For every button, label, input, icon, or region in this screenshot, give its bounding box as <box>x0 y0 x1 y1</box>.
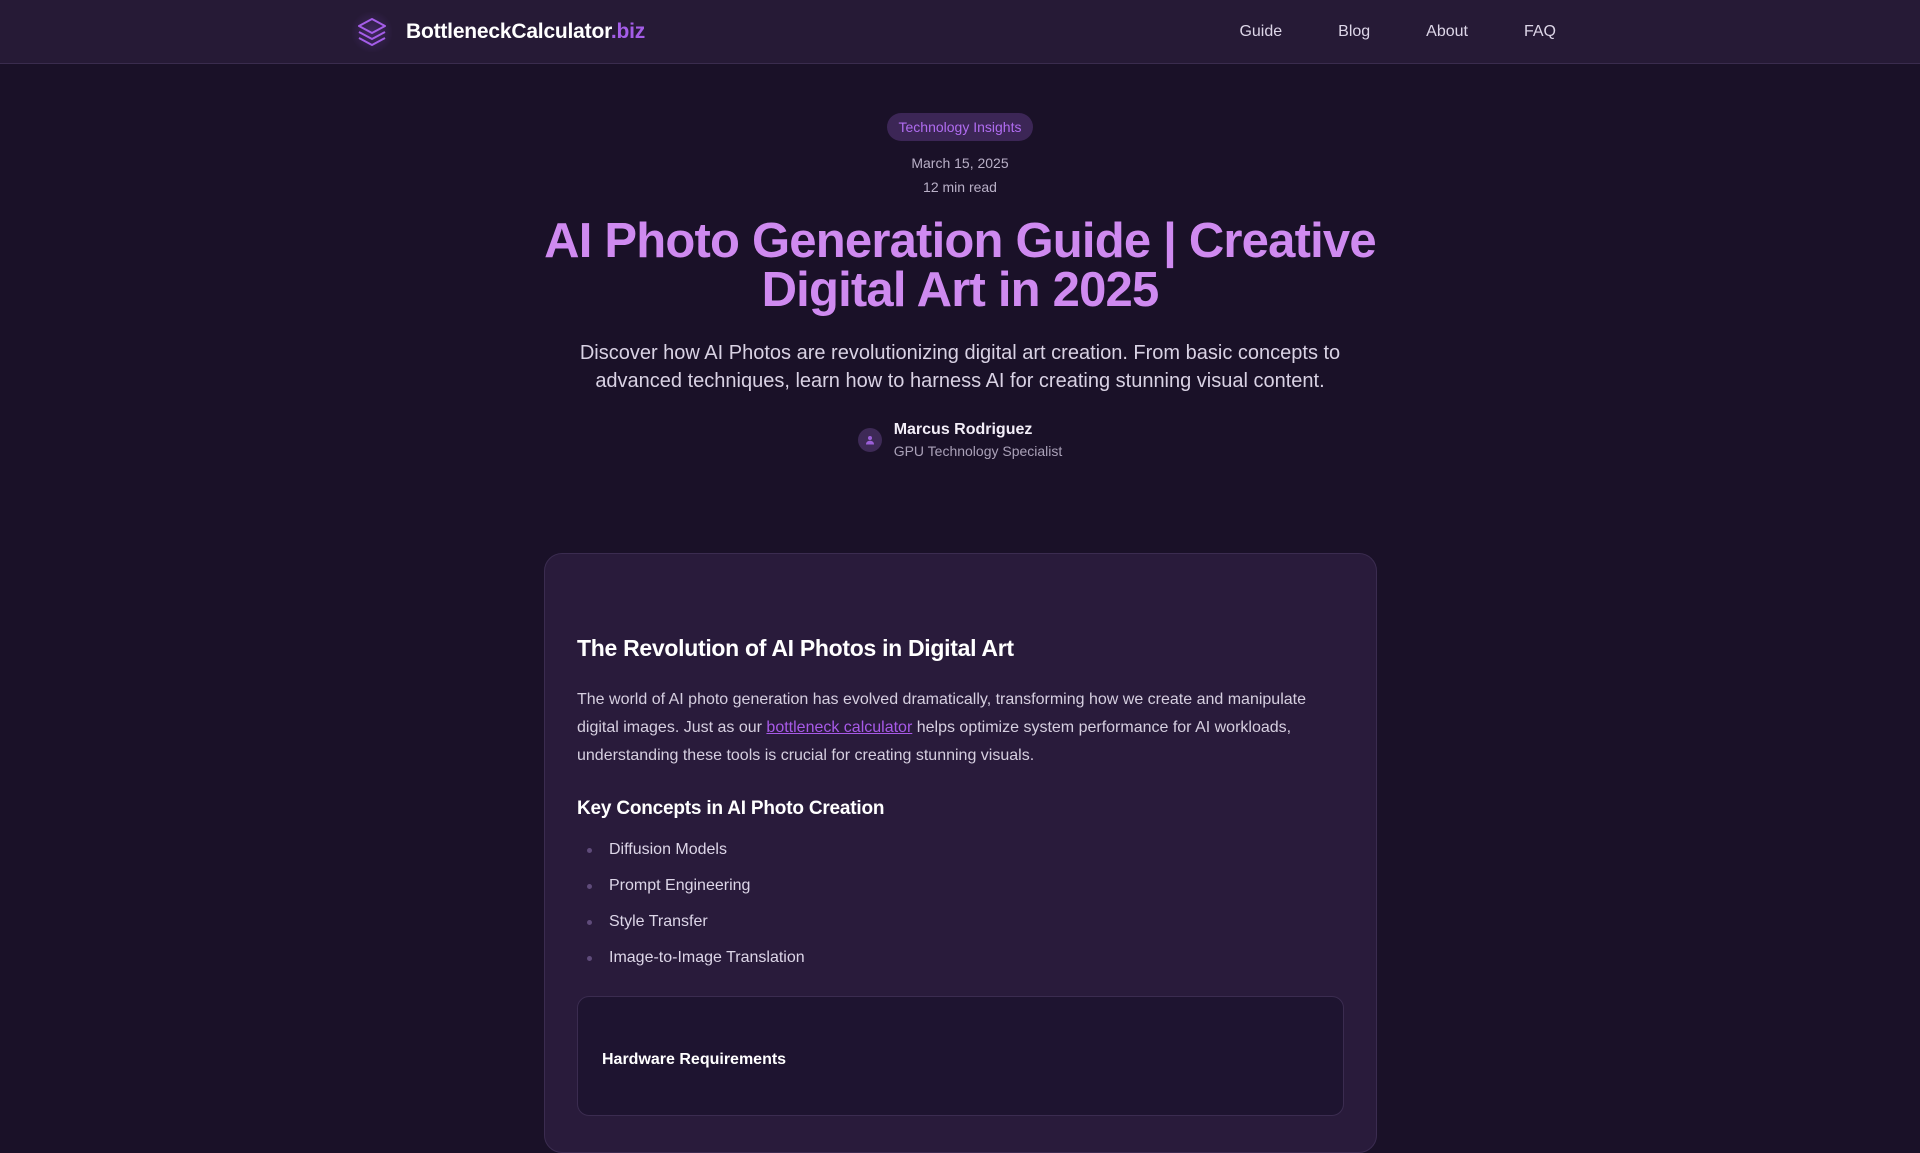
layers-icon <box>352 12 392 52</box>
bullet-icon <box>587 884 592 889</box>
article-title: AI Photo Generation Guide | Creative Dig… <box>544 214 1376 317</box>
main-nav: Guide Blog About FAQ <box>1239 0 1556 64</box>
hardware-heading: Hardware Requirements <box>602 1051 787 1068</box>
article-hero: Technology Insights March 15, 2025 12 mi… <box>0 64 1920 461</box>
brand-tld: .biz <box>610 20 646 43</box>
section-heading: The Revolution of AI Photos in Digital A… <box>577 635 1014 661</box>
nav-faq[interactable]: FAQ <box>1524 23 1556 41</box>
brand-home-link[interactable]: BottleneckCalculator.biz <box>352 12 645 52</box>
article-body-card: The Revolution of AI Photos in Digital A… <box>544 553 1377 1153</box>
list-item: Image-to-Image Translation <box>577 940 1344 976</box>
bullet-icon <box>587 920 592 925</box>
read-time: 12 min read <box>923 179 997 195</box>
bullet-icon <box>587 956 592 961</box>
intro-paragraph: The world of AI photo generation has evo… <box>577 691 1306 764</box>
category-badge[interactable]: Technology Insights <box>886 113 1034 141</box>
hardware-requirements-card: Hardware Requirements <box>577 996 1344 1116</box>
list-item: Diffusion Models <box>577 832 1344 868</box>
author-role: GPU Technology Specialist <box>893 443 1063 459</box>
bullet-icon <box>587 848 592 853</box>
article-meta: March 15, 2025 12 min read <box>0 151 1920 199</box>
article-lead: Discover how AI Photos are revolutionizi… <box>579 342 1341 392</box>
brand-name: BottleneckCalculator.biz <box>406 20 646 43</box>
concepts-list: Diffusion Models Prompt Engineering Styl… <box>577 832 1344 976</box>
user-icon <box>857 428 882 452</box>
author-name: Marcus Rodriguez <box>893 421 1033 438</box>
list-item: Prompt Engineering <box>577 868 1344 904</box>
site-header: BottleneckCalculator.biz Guide Blog Abou… <box>0 0 1920 64</box>
nav-blog[interactable]: Blog <box>1338 23 1370 41</box>
concepts-heading: Key Concepts in AI Photo Creation <box>577 798 885 819</box>
nav-guide[interactable]: Guide <box>1239 23 1282 41</box>
bottleneck-calculator-link[interactable]: bottleneck calculator <box>766 719 912 736</box>
list-item: Style Transfer <box>577 904 1344 940</box>
nav-about[interactable]: About <box>1426 23 1468 41</box>
author-info: Marcus Rodriguez GPU Technology Speciali… <box>894 419 1063 461</box>
author-block: Marcus Rodriguez GPU Technology Speciali… <box>0 419 1920 461</box>
publish-date: March 15, 2025 <box>911 155 1009 171</box>
